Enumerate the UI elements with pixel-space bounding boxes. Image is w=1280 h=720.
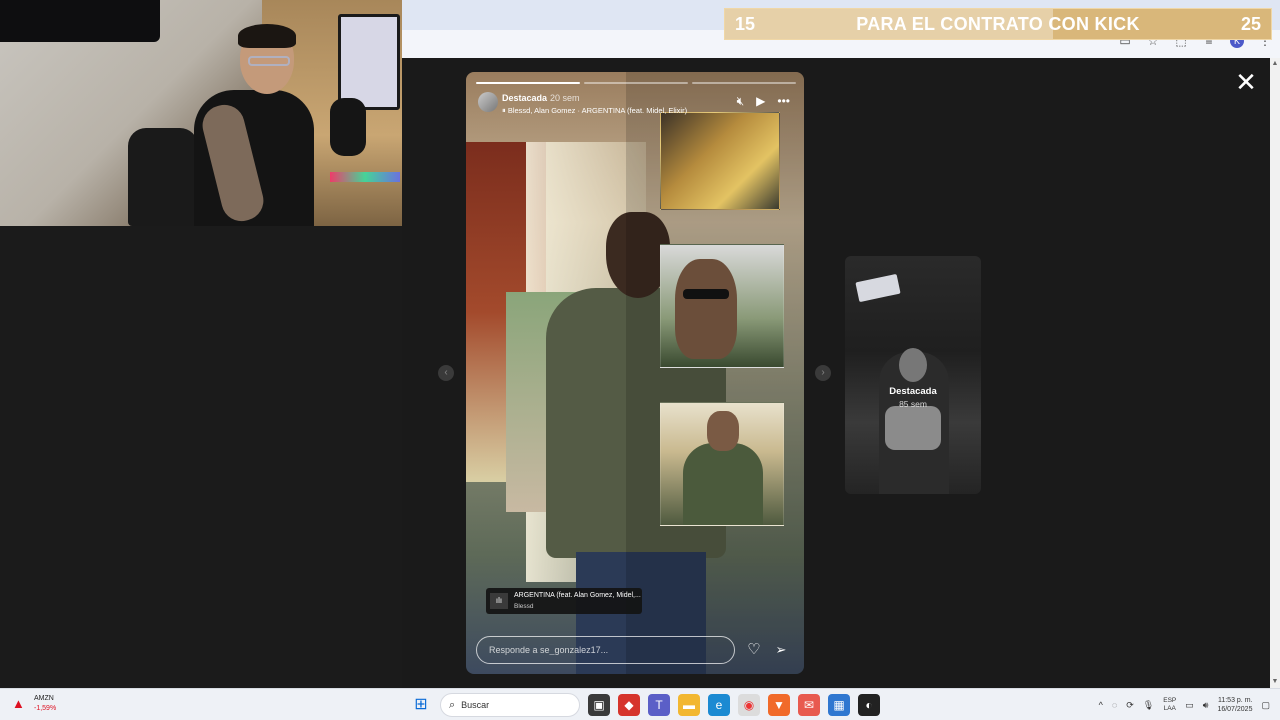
next-story-time-ago: 85 sem: [899, 399, 927, 409]
taskbar-clock[interactable]: 11:53 p. m. 16/07/2025: [1217, 696, 1252, 714]
taskbar-search-label: Buscar: [461, 700, 490, 710]
webcam-overlay: [0, 0, 402, 226]
story-progress-segment: [584, 82, 688, 84]
story-collage-photo-1: [660, 112, 780, 210]
story-collage-photo-3: [660, 402, 784, 526]
music-sticker-artist: Blessd: [514, 603, 534, 610]
file-explorer-icon[interactable]: ▬: [678, 694, 700, 716]
like-story-button[interactable]: ♡: [745, 640, 763, 660]
scroll-up-icon[interactable]: ▲: [1271, 60, 1279, 68]
tray-sync-icon[interactable]: ⟳: [1126, 700, 1134, 711]
close-story-button[interactable]: ✕: [1234, 67, 1258, 97]
story-progress-segment: [476, 82, 580, 84]
brave-icon[interactable]: ▼: [768, 694, 790, 716]
play-icon[interactable]: ▶: [756, 94, 765, 109]
app-dark-icon[interactable]: ◐: [858, 694, 880, 716]
music-sticker[interactable]: ılı ARGENTINA (feat. Alan Gomez, Midel,.…: [486, 588, 642, 614]
network-icon[interactable]: ▭: [1185, 700, 1194, 711]
notification-icon[interactable]: ▢: [1261, 700, 1270, 711]
webcam-streamer: [178, 24, 328, 226]
task-view-icon[interactable]: ▣: [588, 694, 610, 716]
story-username[interactable]: Destacada: [502, 93, 547, 103]
kick-goal-banner: 15 PARA EL CONTRATO CON KICK 25: [724, 8, 1272, 40]
story-time-ago: 20 sem: [550, 93, 580, 103]
send-icon: ➢: [775, 642, 787, 657]
webcam-rgb-light: [330, 172, 400, 182]
taskbar-pinned-apps: ⊞ ⌕ Buscar ▣ ◆ T ▬ e ◉ ▼ ✉ ▦ ◐: [410, 693, 880, 717]
close-icon: ✕: [1235, 67, 1257, 97]
kick-goal-target: 25: [1240, 13, 1261, 34]
system-tray: ^ ◌ ⟳ 🎙︎ ESP LAA ▭ 🔊︎ 11:53 p. m. 16/07/20…: [1099, 693, 1270, 717]
app-red-icon[interactable]: ◆: [618, 694, 640, 716]
next-story-label: Destacada: [889, 386, 937, 397]
microphone-icon[interactable]: 🎙︎: [1143, 700, 1154, 711]
stock-symbol: AMZN: [34, 695, 54, 702]
music-sticker-title: ARGENTINA (feat. Alan Gomez, Midel,...: [514, 592, 641, 599]
kick-goal-text: PARA EL CONTRATO CON KICK: [856, 13, 1140, 34]
story-controls: 🔇︎ ▶ •••: [737, 94, 790, 109]
next-story-preview[interactable]: [845, 256, 981, 494]
heart-icon: ♡: [747, 641, 761, 658]
taskbar-search[interactable]: ⌕ Buscar: [440, 693, 580, 717]
stock-logo-icon: ▲: [12, 696, 25, 711]
chevron-right-icon: ›: [821, 367, 825, 378]
teams-icon[interactable]: T: [648, 694, 670, 716]
chrome-icon[interactable]: ◉: [738, 694, 760, 716]
next-story-button[interactable]: ›: [815, 365, 831, 381]
webcam-microphone: [330, 98, 366, 156]
story-header: Destacada 20 sem ⏸ Blessd, Alan Gomez · …: [476, 90, 796, 118]
windows-start-icon[interactable]: ⊞: [410, 694, 432, 716]
story-collage-photo-2: [660, 244, 784, 368]
story-progress-bar: [476, 82, 796, 84]
chevron-left-icon: ‹: [444, 367, 448, 378]
story-progress-segment: [692, 82, 796, 84]
story-music-line[interactable]: ⏸ Blessd, Alan Gomez · ARGENTINA (feat. …: [502, 106, 687, 116]
search-icon: ⌕: [449, 698, 456, 711]
mute-icon[interactable]: 🔇︎: [737, 94, 745, 109]
story-avatar[interactable]: [478, 92, 498, 112]
windows-taskbar: ▲ AMZN -1,59% ⊞ ⌕ Buscar ▣ ◆ T ▬ e ◉ ▼ ✉…: [0, 688, 1280, 720]
story-reply-input[interactable]: [476, 636, 735, 664]
stock-ticker-widget[interactable]: ▲ AMZN -1,59%: [12, 693, 72, 717]
tray-chevron-icon[interactable]: ^: [1099, 700, 1103, 710]
webcam-monitor: [338, 14, 400, 110]
keyboard-language[interactable]: ESP LAA: [1163, 697, 1176, 713]
mail-icon[interactable]: ✉: [798, 694, 820, 716]
audio-wave-icon: ılı: [490, 593, 508, 609]
volume-icon[interactable]: 🔊︎: [1203, 700, 1209, 711]
stock-change: -1,59%: [34, 705, 57, 712]
scroll-down-icon[interactable]: ▼: [1271, 678, 1279, 686]
webcam-tv: [0, 0, 160, 42]
previous-story-button[interactable]: ‹: [438, 365, 454, 381]
page-scrollbar[interactable]: ▲ ▼: [1270, 58, 1280, 688]
more-icon[interactable]: •••: [777, 94, 790, 109]
edge-icon[interactable]: e: [708, 694, 730, 716]
share-story-button[interactable]: ➢: [772, 640, 790, 660]
store-icon[interactable]: ▦: [828, 694, 850, 716]
tray-app-icon[interactable]: ◌: [1112, 700, 1117, 710]
kick-goal-current: 15: [735, 13, 756, 34]
